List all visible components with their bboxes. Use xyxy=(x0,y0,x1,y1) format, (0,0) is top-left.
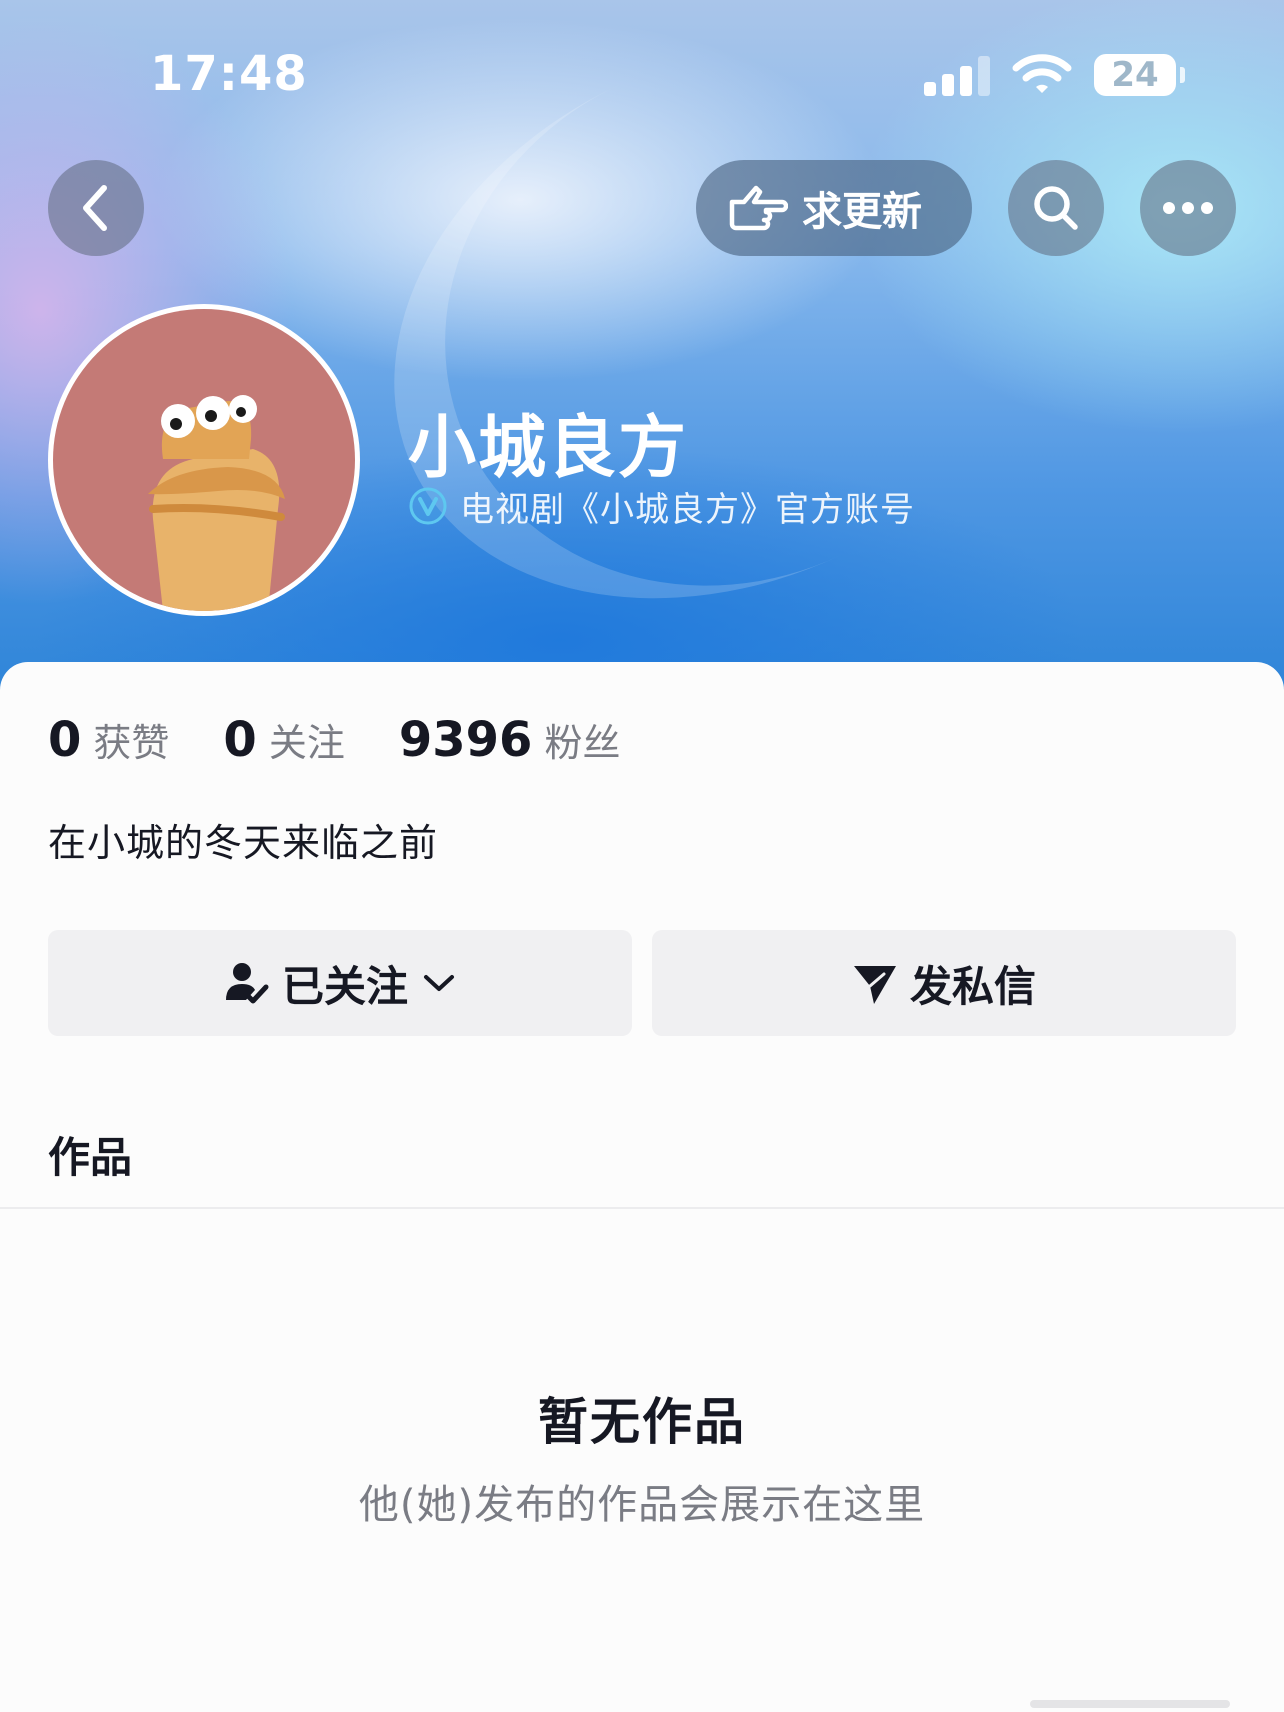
search-icon xyxy=(1034,186,1078,230)
likes-stat[interactable]: 0 获赞 xyxy=(48,712,169,768)
empty-state-title: 暂无作品 xyxy=(538,1393,746,1451)
following-count: 0 xyxy=(223,712,257,768)
followed-label: 已关注 xyxy=(281,961,408,1011)
wifi-icon xyxy=(1012,54,1072,93)
likes-count: 0 xyxy=(48,712,82,768)
verification-text: 电视剧《小城良方》官方账号 xyxy=(460,489,915,530)
empty-state-subtitle: 他(她)发布的作品会展示在这里 xyxy=(358,1482,926,1528)
back-button[interactable] xyxy=(48,160,144,256)
tab-divider xyxy=(0,1207,1284,1209)
following-stat[interactable]: 0 关注 xyxy=(223,712,344,768)
followers-label: 粉丝 xyxy=(544,721,621,765)
likes-label: 获赞 xyxy=(93,721,170,765)
followers-stat[interactable]: 9396 粉丝 xyxy=(399,712,621,768)
more-dots-icon xyxy=(1163,202,1213,214)
status-time: 17:48 xyxy=(150,46,308,102)
home-indicator xyxy=(1030,1700,1230,1708)
search-button[interactable] xyxy=(1008,160,1104,256)
battery-tip xyxy=(1180,67,1185,83)
paper-plane-icon xyxy=(853,966,896,1004)
request-update-label: 求更新 xyxy=(802,189,922,235)
pointing-hand-icon xyxy=(729,185,788,231)
send-message-button[interactable]: 发私信 xyxy=(652,930,1236,1036)
header-light-sweep xyxy=(302,0,1158,704)
user-check-icon xyxy=(225,963,269,1004)
send-message-label: 发私信 xyxy=(909,961,1036,1011)
verification-row: 电视剧《小城良方》官方账号 xyxy=(408,484,915,530)
following-label: 关注 xyxy=(268,721,345,765)
chevron-down-icon xyxy=(424,975,454,991)
request-update-button[interactable]: 求更新 xyxy=(696,160,972,256)
tab-works[interactable]: 作品 xyxy=(48,1124,132,1185)
profile-stats: 0 获赞 0 关注 9396 粉丝 xyxy=(48,712,674,768)
profile-bio: 在小城的冬天来临之前 xyxy=(48,821,439,865)
profile-name: 小城良方 xyxy=(408,409,689,488)
cellular-signal-icon xyxy=(924,56,992,96)
battery-indicator: 24 xyxy=(1094,54,1176,96)
avatar-image xyxy=(53,309,355,611)
followed-button[interactable]: 已关注 xyxy=(48,930,632,1036)
chevron-left-icon xyxy=(83,185,107,231)
followers-count: 9396 xyxy=(398,712,533,768)
verified-v-icon xyxy=(409,487,447,525)
avatar[interactable] xyxy=(48,304,360,616)
more-button[interactable] xyxy=(1140,160,1236,256)
